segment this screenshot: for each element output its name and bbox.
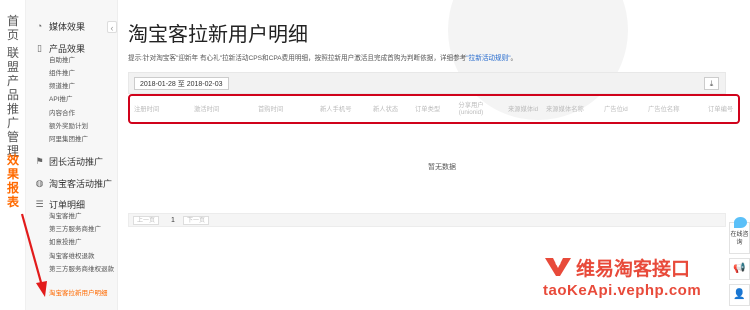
chat-label: 在线咨询: [730, 232, 749, 246]
announcement-button[interactable]: 📢: [729, 258, 750, 280]
user-button[interactable]: 👤: [729, 284, 750, 306]
sidebar-section-media[interactable]: ◔ 媒体效果: [35, 20, 85, 33]
sidebar-item-third-party[interactable]: 第三方服务商推广: [49, 226, 119, 234]
empty-state: 暂无数据: [428, 164, 456, 171]
float-toolbar: 在线咨询 📢 👤: [729, 210, 750, 310]
watermark-name: 维易淘客接口: [576, 259, 691, 280]
download-icon: ⤓: [709, 79, 714, 88]
col-adzone-id: 广告位id: [604, 105, 628, 113]
col-register-time: 注册时间: [134, 105, 160, 113]
sidebar-item-third-refund[interactable]: 第三方服务商维权退款: [49, 266, 119, 274]
col-first-buy-time: 首购时间: [258, 105, 284, 113]
tip-end: 。: [510, 55, 518, 62]
sidebar-section-label: 团长活动推广: [49, 157, 104, 167]
sidebar: ◔ 媒体效果 ▯ 产品效果 自助推广 组件推广 频道推广 API推广 内容合作 …: [26, 0, 118, 310]
sidebar-item-self-promo[interactable]: 自助推广: [49, 57, 119, 65]
sidebar-section-group[interactable]: ⚑ 团长活动推广: [35, 155, 103, 168]
page: 首页 联盟产品 推广管理 效果报表 ◔ 媒体效果 ▯ 产品效果 自助推广 组件推…: [0, 0, 750, 310]
chart-icon: ◔: [36, 21, 43, 31]
download-button[interactable]: ⤓: [704, 77, 719, 90]
vnav-promotion[interactable]: 推广管理: [4, 102, 22, 158]
col-media-id: 来源媒体id: [508, 105, 539, 113]
col-status: 新人状态: [373, 105, 399, 113]
sidebar-section-product[interactable]: ▯ 产品效果: [35, 42, 85, 55]
sidebar-item-ruyi-promo[interactable]: 如意投推广: [49, 239, 119, 247]
prev-page-button[interactable]: 上一页: [133, 216, 160, 225]
col-order-type: 订单类型: [415, 105, 441, 113]
tip-text: 提示:针对淘宝客"迎新年 有心礼"拉新活动CPS和CPA费用明细，按照拉新用户激…: [128, 52, 517, 62]
sidebar-item-new-user-detail[interactable]: 淘宝客拉新用户明细: [49, 290, 119, 298]
table-header: 注册时间 激活时间 首购时间 新人手机号 新人状态 订单类型 分享用户(unio…: [128, 94, 740, 124]
rules-link[interactable]: "拉新活动规则": [466, 55, 510, 62]
col-phone: 新人手机号: [320, 105, 352, 113]
sidebar-item-taoke-promo[interactable]: 淘宝客推广: [49, 213, 119, 221]
sidebar-section-label: 媒体效果: [49, 22, 86, 32]
sidebar-section-order[interactable]: ☰ 订单明细: [35, 198, 85, 211]
col-activate-time: 激活时间: [194, 105, 220, 113]
file-icon: ▯: [37, 43, 42, 53]
megaphone-icon: 📢: [733, 263, 746, 274]
vnav-home[interactable]: 首页: [4, 14, 22, 42]
watermark-logo: [545, 258, 571, 276]
tip-body: 提示:针对淘宝客"迎新年 有心礼"拉新活动CPS和CPA费用明细，按照拉新用户激…: [128, 55, 467, 62]
chat-icon: [734, 217, 747, 228]
sidebar-collapse-button[interactable]: ‹: [107, 21, 117, 33]
col-unionid: 分享用户(unionid): [458, 102, 484, 116]
user-icon: 👤: [733, 289, 746, 300]
vertical-nav: 首页 联盟产品 推广管理 效果报表: [0, 0, 26, 310]
current-page[interactable]: 1: [171, 215, 175, 226]
list-icon: ☰: [35, 199, 44, 209]
sidebar-item-channel-promo[interactable]: 频道推广: [49, 83, 119, 91]
sidebar-item-api-promo[interactable]: API推广: [49, 96, 119, 104]
flag-icon: ⚑: [35, 156, 44, 166]
watermark: 维易淘客接口 taoKeApi.vephp.com: [543, 252, 723, 302]
vnav-products[interactable]: 联盟产品: [4, 46, 22, 102]
next-page-button[interactable]: 下一页: [183, 216, 210, 225]
sidebar-section-label: 产品效果: [49, 44, 86, 54]
sidebar-item-bonus-plan[interactable]: 额外奖励计划: [49, 123, 119, 131]
sidebar-section-label: 淘宝客活动推广: [49, 179, 113, 189]
sidebar-item-content[interactable]: 内容合作: [49, 110, 119, 118]
date-range-picker[interactable]: 2018-01-28 至 2018-02-03: [134, 77, 229, 90]
globe-icon: ◍: [35, 178, 44, 188]
col-adzone-name: 广告位名称: [648, 105, 680, 113]
watermark-url: taoKeApi.vephp.com: [543, 282, 702, 299]
pagination: 上一页 1 下一页: [128, 213, 726, 227]
sidebar-item-widget-promo[interactable]: 组件推广: [49, 70, 119, 78]
sidebar-section-activity[interactable]: ◍ 淘宝客活动推广: [35, 177, 112, 190]
page-title: 淘宝客拉新用户明细: [128, 24, 308, 46]
sidebar-item-alibaba-promo[interactable]: 阿里集团推广: [49, 136, 119, 144]
col-media-name: 来源媒体名称: [546, 105, 584, 113]
sidebar-item-refund[interactable]: 淘宝客维权退款: [49, 253, 119, 261]
sidebar-section-label: 订单明细: [49, 200, 86, 210]
online-chat-button[interactable]: 在线咨询: [729, 217, 750, 254]
vnav-reports[interactable]: 效果报表: [4, 153, 22, 209]
filter-toolbar: 2018-01-28 至 2018-02-03 ⤓: [128, 72, 726, 94]
col-order-id: 订单编号: [708, 105, 734, 113]
